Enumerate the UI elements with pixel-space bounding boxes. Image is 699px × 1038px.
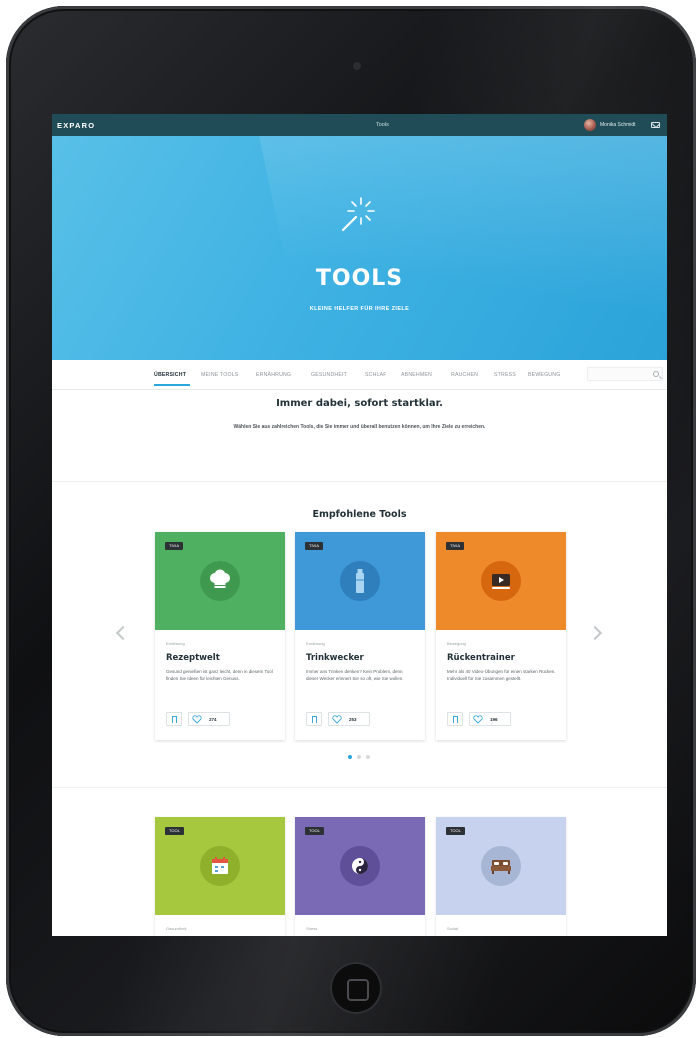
card-image: TOOL	[295, 817, 425, 915]
section-divider	[52, 787, 667, 788]
tool-card-calendar[interactable]: TOOL Gesundheit	[155, 817, 285, 936]
bookmark-icon	[453, 716, 458, 723]
card-image: TIVIA	[295, 532, 425, 630]
hero-shine	[249, 136, 667, 360]
bookmark-icon	[312, 716, 317, 723]
front-camera	[353, 62, 361, 70]
home-button[interactable]	[330, 962, 382, 1014]
card-tag: TIVIA	[446, 542, 465, 550]
heart-icon	[473, 715, 483, 724]
yin-yang-icon	[352, 858, 368, 874]
card-badge	[340, 846, 380, 886]
bookmark-button[interactable]	[447, 712, 463, 726]
section-divider	[52, 481, 667, 482]
card-category: Ernährung	[166, 641, 185, 646]
tool-card-rezeptwelt[interactable]: TIVIA Ernährung Rezeptwelt Gesund genieß…	[155, 532, 285, 740]
carousel-dot[interactable]	[366, 755, 370, 759]
calendar-icon	[212, 857, 228, 874]
card-badge	[200, 561, 240, 601]
card-image: TOOL	[436, 817, 566, 915]
card-image: TIVIA	[155, 532, 285, 630]
card-title[interactable]: Rezeptwelt	[166, 653, 220, 663]
screen: EXPARO Tools Monika Schmidt TOOLS KLEINE…	[52, 114, 667, 936]
card-badge	[340, 561, 380, 601]
card-category: Gesundheit	[166, 926, 187, 931]
hero-subtitle: KLEINE HELFER FÜR IHRE ZIELE	[309, 306, 410, 312]
like-count: 253	[349, 717, 357, 722]
card-category: Ernährung	[306, 641, 325, 646]
tab-abnehmen[interactable]: ABNEHMEN	[401, 372, 432, 378]
tab-ernaehrung[interactable]: ERNÄHRUNG	[256, 372, 291, 378]
like-count: 274	[209, 717, 217, 722]
carousel-next-icon[interactable]	[587, 625, 603, 641]
card-description: Mehr als 40 Video-Übungen für einen star…	[447, 669, 556, 681]
intro-text: Wählen Sie aus zahlreichen Tools, die Si…	[233, 424, 486, 430]
page-title: Tools	[376, 122, 389, 128]
like-button[interactable]: 274	[188, 712, 230, 726]
card-tag: TIVIA	[165, 542, 184, 550]
tab-stress[interactable]: STRESS	[494, 372, 516, 378]
like-count: 196	[490, 717, 498, 722]
card-tag: TOOL	[165, 827, 184, 835]
carousel-prev-icon[interactable]	[115, 625, 131, 641]
carousel-dot[interactable]	[357, 755, 361, 759]
search-input[interactable]	[587, 367, 663, 381]
bookmark-button[interactable]	[306, 712, 322, 726]
bookmark-button[interactable]	[166, 712, 182, 726]
card-badge	[481, 561, 521, 601]
tab-uebersicht[interactable]: ÜBERSICHT	[154, 372, 186, 378]
heart-icon	[332, 715, 342, 724]
featured-title: Empfohlene Tools	[312, 509, 407, 520]
tool-card-trinkwecker[interactable]: TIVIA Ernährung Trinkwecker Immer ans Tr…	[295, 532, 425, 740]
card-badge	[200, 846, 240, 886]
brand-logo[interactable]: EXPARO	[57, 121, 95, 130]
card-title[interactable]: Trinkwecker	[306, 653, 364, 663]
card-tag: TOOL	[305, 827, 324, 835]
hero-title: TOOLS	[315, 266, 404, 291]
card-tag: TIVIA	[305, 542, 324, 550]
tool-card-rueckentrainer[interactable]: TIVIA Bewegung Rückentrainer Mehr als 40…	[436, 532, 566, 740]
magic-wand-icon	[341, 197, 375, 232]
search-icon[interactable]	[653, 371, 659, 377]
tab-gesundheit[interactable]: GESUNDHEIT	[311, 372, 347, 378]
heart-icon	[192, 715, 202, 724]
card-image: TOOL	[155, 817, 285, 915]
tab-bewegung[interactable]: BEWEGUNG	[528, 372, 560, 378]
tab-meine-tools[interactable]: MEINE TOOLS	[201, 372, 238, 378]
chef-hat-icon	[210, 569, 230, 588]
card-description: Immer ans Trinken denken? Kein Problem, …	[306, 669, 404, 681]
bed-icon	[491, 860, 511, 874]
top-bar: EXPARO Tools Monika Schmidt	[52, 114, 667, 136]
card-image: TIVIA	[436, 532, 566, 630]
tool-card-yin-yang[interactable]: TOOL Stress	[295, 817, 425, 936]
video-player-icon	[492, 574, 510, 589]
carousel-dot[interactable]	[348, 755, 352, 759]
user-name[interactable]: Monika Schmidt	[600, 122, 636, 128]
avatar[interactable]	[584, 119, 596, 131]
ipad-device: EXPARO Tools Monika Schmidt TOOLS KLEINE…	[0, 0, 699, 1038]
mail-icon[interactable]	[651, 122, 660, 128]
tool-card-bed[interactable]: TOOL Schlaf	[436, 817, 566, 936]
hero-banner: TOOLS KLEINE HELFER FÜR IHRE ZIELE	[52, 136, 667, 360]
tab-schlaf[interactable]: SCHLAF	[365, 372, 387, 378]
bookmark-icon	[172, 716, 177, 723]
card-category: Schlaf	[447, 926, 459, 931]
like-button[interactable]: 196	[469, 712, 511, 726]
card-category: Stress	[306, 926, 318, 931]
water-bottle-icon	[356, 569, 364, 593]
tab-rauchen[interactable]: RAUCHEN	[451, 372, 478, 378]
card-title[interactable]: Rückentrainer	[447, 653, 515, 663]
category-nav: ÜBERSICHT MEINE TOOLS ERNÄHRUNG GESUNDHE…	[52, 360, 667, 390]
active-tab-indicator	[154, 384, 190, 386]
card-category: Bewegung	[447, 641, 466, 646]
intro-title: Immer dabei, sofort startklar.	[276, 398, 443, 409]
card-tag: TOOL	[446, 827, 465, 835]
like-button[interactable]: 253	[328, 712, 370, 726]
card-description: Gesund genießen ist ganz leicht, denn in…	[166, 669, 273, 681]
card-badge	[481, 846, 521, 886]
